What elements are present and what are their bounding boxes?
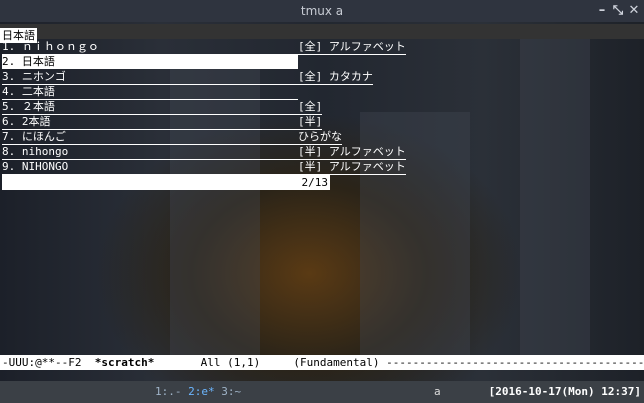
candidate-item[interactable]: 4. 二本語: [2, 85, 298, 100]
window-title: tmux a: [300, 4, 344, 18]
tmux-session: a: [434, 385, 441, 398]
tmux-window-3[interactable]: 3:~: [221, 385, 241, 398]
background-building: [520, 32, 590, 362]
candidate-label: 3. ニホンゴ: [2, 70, 298, 85]
candidate-label: 2. 日本語: [2, 55, 298, 69]
candidate-label: 9. NIHONGO: [2, 160, 298, 175]
modeline-position: All (1,1) (Fundamental): [154, 356, 387, 369]
candidate-label: 4. 二本語: [2, 85, 298, 100]
tmux-window-1[interactable]: 1:.-: [155, 385, 182, 398]
ime-input-line: 日本語: [0, 24, 644, 43]
candidate-note: [全]: [298, 100, 323, 115]
candidate-item[interactable]: 2. 日本語: [2, 55, 298, 70]
modeline-prefix: -UUU:@**--F2: [2, 356, 95, 369]
tmux-window-2[interactable]: 2:e*: [188, 385, 215, 398]
candidate-item[interactable]: 1. ｎｉｈｏｎｇｏ [全] アルファベット: [2, 40, 406, 55]
buffer-name: *scratch*: [94, 356, 155, 369]
modeline-fill: ----------------------------------------…: [386, 356, 644, 369]
candidate-label: 1. ｎｉｈｏｎｇｏ: [2, 40, 298, 55]
candidate-label: 8. nihongo: [2, 145, 298, 160]
candidate-item[interactable]: 3. ニホンゴ [全] カタカナ: [2, 70, 373, 85]
candidate-counter: 2/13: [2, 175, 330, 190]
minimize-icon[interactable]: –: [594, 3, 610, 19]
candidate-note: [半]: [298, 115, 323, 130]
candidate-note: [全] カタカナ: [298, 70, 373, 85]
candidate-item[interactable]: 5. ２本語 [全]: [2, 100, 323, 115]
candidate-label: 6. 2本語: [2, 115, 298, 130]
maximize-icon[interactable]: ⤡: [610, 3, 626, 19]
title-bar: tmux a – ⤡ ✕: [0, 0, 644, 22]
terminal[interactable]: 日本語 1. ｎｉｈｏｎｇｏ [全] アルファベット 2. 日本語 3. ニホンゴ [全…: [0, 22, 644, 381]
candidate-note: [半] アルファベット: [298, 145, 406, 160]
tmux-status-bar: 1:.- 2:e* 3:~ a [2016-10-17(Mon) 12:37]: [0, 381, 644, 403]
candidate-note: [全] アルファベット: [298, 40, 406, 55]
close-icon[interactable]: ✕: [626, 3, 642, 19]
candidate-item[interactable]: 6. 2本語 [半]: [2, 115, 323, 130]
candidate-item[interactable]: 7. にほんご ひらがな: [2, 130, 342, 145]
emacs-modeline: -UUU:@**--F2 *scratch* All (1,1) (Fundam…: [0, 355, 644, 370]
candidate-item[interactable]: 8. nihongo [半] アルファベット: [2, 145, 406, 160]
candidate-label: 7. にほんご: [2, 130, 298, 145]
candidate-label: 5. ２本語: [2, 100, 298, 115]
candidate-note: [半] アルファベット: [298, 160, 406, 175]
candidate-note: ひらがな: [298, 130, 342, 145]
tmux-clock: [2016-10-17(Mon) 12:37]: [488, 385, 641, 398]
candidate-item[interactable]: 9. NIHONGO [半] アルファベット: [2, 160, 406, 175]
